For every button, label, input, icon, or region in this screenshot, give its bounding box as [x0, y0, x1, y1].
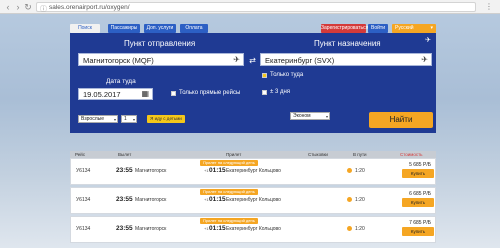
login-button[interactable]: Войти	[368, 24, 388, 33]
col-flight[interactable]: Рейс	[75, 152, 85, 157]
clock-icon	[347, 197, 352, 202]
passenger-count-value: 1	[124, 116, 127, 122]
flight-duration: 1:20	[355, 168, 365, 174]
takeoff-icon: ✈	[233, 55, 240, 64]
date-label: Дата туда	[106, 78, 136, 85]
from-field[interactable]: Магнитогорск (MQF) ✈	[78, 53, 244, 66]
col-departure[interactable]: Вылет	[118, 152, 131, 157]
flight-duration: 1:20	[355, 197, 365, 203]
flight-row: У6134 23:55 Магнитогорск Прилет на следу…	[70, 158, 436, 185]
buy-button[interactable]: Купить	[402, 227, 434, 236]
back-icon[interactable]: ‹	[3, 2, 13, 12]
departure-time: 23:55	[116, 196, 133, 203]
cabin-value: Эконом	[293, 113, 311, 119]
one-way-checkbox[interactable]	[262, 73, 267, 78]
swap-icon[interactable]: ⇄	[248, 56, 257, 65]
departure-time: 23:55	[116, 225, 133, 232]
chevron-down-icon: ▾	[132, 117, 135, 122]
next-day-badge: Прилет на следующий день	[200, 160, 258, 166]
flight-price: 5 685 Р/Б	[409, 162, 431, 168]
arrival-time: 01:15	[209, 225, 226, 232]
flight-row: У6134 23:55 Магнитогорск Прилет на следу…	[70, 216, 436, 243]
to-label: Пункт назначения	[314, 39, 381, 48]
arrival-city: Екатеринбург Кольцово	[226, 197, 281, 203]
to-value: Екатеринбург (SVX)	[265, 56, 335, 65]
plane-icon: ✈	[425, 37, 431, 44]
date-field[interactable]: 19.05.2017 ▦	[78, 88, 153, 100]
kids-button[interactable]: Я иду с детьми	[147, 115, 185, 123]
arrival-city: Екатеринбург Кольцово	[226, 226, 281, 232]
browser-toolbar: ‹ › ↻ ⓘ sales.orenairport.ru/oxygen/ ⋮	[0, 0, 500, 14]
departure-city: Магнитогорск	[135, 197, 167, 203]
language-select[interactable]: Русский ▾	[392, 24, 436, 33]
departure-city: Магнитогорск	[135, 168, 167, 174]
arrival-city: Екатеринбург Кольцово	[226, 168, 281, 174]
buy-button[interactable]: Купить	[402, 169, 434, 178]
next-day-badge: Прилет на следующий день	[200, 189, 258, 195]
plus-minus-checkbox[interactable]	[262, 90, 267, 95]
flight-row: У6134 23:55 Магнитогорск Прилет на следу…	[70, 187, 436, 214]
col-duration[interactable]: В пути	[353, 152, 367, 157]
buy-button[interactable]: Купить	[402, 198, 434, 207]
flight-code: У6134	[76, 226, 91, 232]
language-label: Русский	[395, 25, 414, 31]
plus-days: +1	[204, 197, 209, 202]
tab-search[interactable]: Поиск	[70, 24, 100, 33]
forward-icon[interactable]: ›	[13, 2, 23, 12]
search-panel: ✈ Пункт отправления Пункт назначения Маг…	[70, 33, 436, 133]
date-value: 19.05.2017	[83, 90, 121, 99]
clock-icon	[347, 168, 352, 173]
one-way-label: Только туда	[270, 72, 304, 78]
next-day-badge: Прилет на следующий день	[200, 218, 258, 224]
flight-price: 7 685 Р/Б	[409, 220, 431, 226]
chevron-down-icon: ▾	[325, 114, 328, 119]
to-field[interactable]: Екатеринбург (SVX) ✈	[260, 53, 432, 66]
landing-icon: ✈	[421, 55, 428, 64]
from-value: Магнитогорск (MQF)	[83, 56, 154, 65]
from-label: Пункт отправления	[124, 39, 196, 48]
tab-extra-services[interactable]: Доп. услуги	[144, 24, 176, 33]
col-arrival[interactable]: Прилет	[226, 152, 241, 157]
plus-days: +1	[204, 168, 209, 173]
col-stops[interactable]: Стыковки	[308, 152, 328, 157]
plus-minus-label: ± 3 дня	[270, 89, 291, 95]
departure-city: Магнитогорск	[135, 226, 167, 232]
flight-code: У6134	[76, 197, 91, 203]
col-price[interactable]: Стоимость	[400, 152, 423, 157]
results-header: Рейс Вылет Прилет Стыковки В пути Стоимо…	[70, 151, 436, 158]
reload-icon[interactable]: ↻	[23, 2, 33, 12]
direct-only-label: Только прямые рейсы	[179, 90, 241, 96]
tab-payment[interactable]: Оплата	[180, 24, 208, 33]
arrival-time: 01:15	[209, 167, 226, 174]
arrival-time: 01:15	[209, 196, 226, 203]
find-button[interactable]: Найти	[369, 112, 433, 128]
top-nav: Поиск Пассажиры Доп. услуги Оплата Зарег…	[70, 24, 436, 33]
calendar-icon[interactable]: ▦	[141, 89, 149, 98]
passenger-type-select[interactable]: Взрослые ▾	[78, 115, 118, 123]
chevron-down-icon: ▾	[113, 117, 116, 122]
clock-icon	[347, 226, 352, 231]
address-url: sales.orenairport.ru/oxygen/	[49, 4, 130, 11]
register-button[interactable]: Зарегистрироваться	[321, 24, 368, 33]
flight-duration: 1:20	[355, 226, 365, 232]
chevron-down-icon: ▾	[430, 25, 433, 31]
passenger-count-select[interactable]: 1 ▾	[121, 115, 137, 123]
cabin-select[interactable]: Эконом ▾	[290, 112, 330, 120]
passenger-type-value: Взрослые	[81, 116, 104, 122]
departure-time: 23:55	[116, 167, 133, 174]
flight-code: У6134	[76, 168, 91, 174]
browser-menu-icon[interactable]: ⋮	[484, 2, 494, 12]
address-bar[interactable]: ⓘ sales.orenairport.ru/oxygen/	[36, 2, 476, 14]
flight-price: 6 685 Р/Б	[409, 191, 431, 197]
plus-days: +1	[204, 226, 209, 231]
tab-passengers[interactable]: Пассажиры	[108, 24, 140, 33]
page-info-icon[interactable]: ⓘ	[40, 4, 47, 14]
direct-only-checkbox[interactable]	[171, 91, 176, 96]
